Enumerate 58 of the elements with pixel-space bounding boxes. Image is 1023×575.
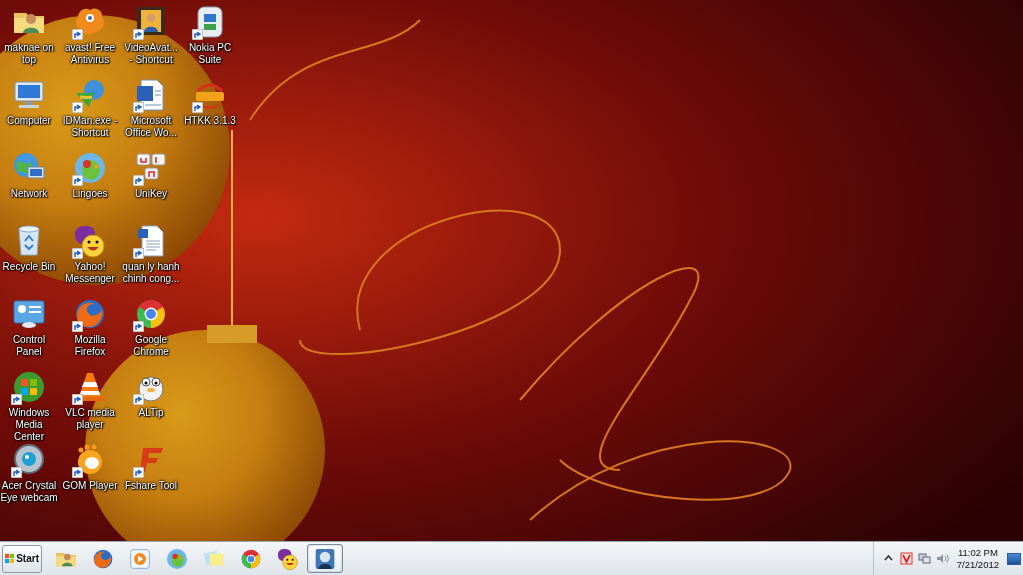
- icon-label: Yahoo! Messenger: [64, 261, 116, 285]
- icon-label: Google Chrome: [132, 334, 170, 358]
- desktop-icon[interactable]: GOM Player: [62, 440, 118, 530]
- clock-date: 7/21/2012: [956, 558, 999, 571]
- icon-label: quan ly hanh chinh cong...: [122, 261, 180, 285]
- desktop-icon[interactable]: Google Chrome: [122, 294, 180, 367]
- network-icon[interactable]: [917, 552, 931, 565]
- clock[interactable]: 11:02 PM 7/21/2012: [953, 546, 1002, 571]
- desktop-icon[interactable]: Yahoo! Messenger: [62, 221, 118, 294]
- speaker-icon[interactable]: [935, 552, 949, 565]
- smiley-icon: [72, 223, 108, 259]
- desktop-icon[interactable]: VideoAvat... - Shortcut: [122, 2, 180, 75]
- icon-label: HTKK 3.1.3: [184, 115, 236, 127]
- desktop-icon[interactable]: Nokia PC Suite: [184, 2, 236, 75]
- show-desktop-button[interactable]: [1007, 552, 1021, 565]
- windows-logo-icon: [5, 553, 15, 564]
- start-button[interactable]: Start: [2, 544, 42, 573]
- desktop-icon[interactable]: VLC media player: [62, 367, 118, 440]
- icon-label: IDMan.exe - Shortcut: [62, 115, 118, 139]
- desktop-icon[interactable]: Fshare Tool: [122, 440, 180, 530]
- icon-label: Acer Crystal Eye webcam: [0, 480, 58, 504]
- icon-label: Windows Media Center: [7, 407, 51, 443]
- portrait-icon: [313, 546, 337, 571]
- icon-label: Lingoes: [72, 188, 108, 200]
- icon-label: avast! Free Antivirus: [64, 42, 116, 66]
- desktop-icon[interactable]: Microsoft Office Wo...: [122, 75, 180, 148]
- desktop-icon[interactable]: Mozilla Firefox: [62, 294, 118, 367]
- desktop-icon[interactable]: Recycle Bin: [0, 221, 58, 294]
- desktop-icon[interactable]: avast! Free Antivirus: [62, 2, 118, 75]
- desktop-icon[interactable]: Network: [0, 148, 58, 221]
- icon-label: Computer: [7, 115, 51, 127]
- icon-label: maknae on top: [3, 42, 55, 66]
- desktop-icon[interactable]: Windows Media Center: [0, 367, 58, 440]
- clock-time: 11:02 PM: [957, 546, 998, 559]
- icon-label: Fshare Tool: [124, 480, 178, 492]
- icon-label: VideoAvat... - Shortcut: [123, 42, 179, 66]
- desktop-icon[interactable]: quan ly hanh chinh cong...: [122, 221, 180, 294]
- icon-label: Mozilla Firefox: [73, 334, 107, 358]
- icon-label: Recycle Bin: [2, 261, 56, 273]
- icon-label: ALTip: [138, 407, 164, 419]
- taskbar-button[interactable]: [307, 544, 343, 573]
- parrot-icon: [165, 546, 189, 571]
- icon-label: Control Panel: [11, 334, 47, 358]
- icon-label: Network: [10, 188, 48, 200]
- icon-label: VLC media player: [64, 407, 116, 431]
- parrot-icon: [72, 150, 108, 186]
- desktop-icon[interactable]: Acer Crystal Eye webcam: [0, 440, 58, 530]
- v-shield-icon[interactable]: [899, 552, 913, 565]
- smiley-icon: [276, 546, 300, 571]
- icon-label: UniKey: [134, 188, 168, 200]
- play-button-icon: [128, 546, 152, 571]
- desktop-icon[interactable]: Control Panel: [0, 294, 58, 367]
- windows-logo-icon: [11, 369, 47, 405]
- desktop-icon[interactable]: UniKey: [122, 148, 180, 221]
- icon-label: GOM Player: [62, 480, 118, 492]
- desktop-icon[interactable]: HTKK 3.1.3: [184, 75, 236, 148]
- icon-label: Nokia PC Suite: [187, 42, 233, 66]
- icon-label: Microsoft Office Wo...: [124, 115, 178, 139]
